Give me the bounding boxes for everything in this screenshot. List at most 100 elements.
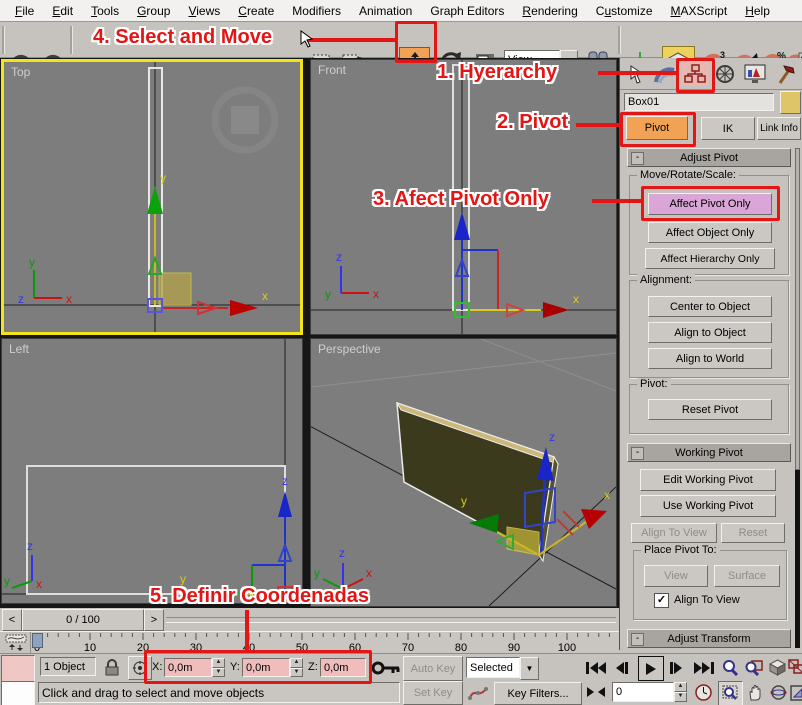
menu-graph-editors[interactable]: Graph Editors <box>421 2 513 20</box>
zoom-extents-button[interactable] <box>768 656 786 678</box>
adjust-pivot-rollout-header[interactable]: - Adjust Pivot <box>627 148 791 167</box>
open-mini-curve-editor-button[interactable] <box>3 633 29 653</box>
menu-maxscript[interactable]: MAXScript <box>662 2 737 20</box>
svg-text:y: y <box>325 287 331 301</box>
align-to-view-checkbox-label: Align To View <box>674 594 740 606</box>
adjust-transform-rollout-header[interactable]: - Adjust Transform <box>627 629 791 648</box>
place-view-button[interactable]: View <box>644 565 708 587</box>
frame-spinner[interactable]: ▲▼ <box>674 682 687 702</box>
time-slider-handle[interactable]: 0 / 100 <box>22 609 144 631</box>
edit-working-pivot-button[interactable]: Edit Working Pivot <box>640 469 776 491</box>
annotation-step2: 2. Pivot <box>497 111 568 134</box>
pan-button[interactable] <box>744 682 766 703</box>
key-step-toggle[interactable] <box>584 683 608 701</box>
maxscript-listener-pink[interactable] <box>1 655 35 682</box>
working-pivot-rollout-header[interactable]: - Working Pivot <box>627 443 791 462</box>
menu-group[interactable]: Group <box>128 2 179 20</box>
key-mode-dropdown[interactable]: Selected <box>466 657 520 678</box>
time-slider-track[interactable] <box>166 617 616 623</box>
place-surface-button[interactable]: Surface <box>714 565 780 587</box>
align-to-world-button[interactable]: Align to World <box>648 348 772 369</box>
key-icon <box>372 661 400 675</box>
svg-text:x: x <box>373 287 379 301</box>
time-slider-next-button[interactable]: > <box>144 609 164 631</box>
viewport-left-label: Left <box>9 342 29 356</box>
menu-edit[interactable]: Edit <box>43 2 82 20</box>
use-working-pivot-button[interactable]: Use Working Pivot <box>640 495 776 517</box>
region-zoom-button[interactable] <box>718 681 743 705</box>
current-frame-field[interactable]: 0 <box>612 682 674 702</box>
key-filters-button[interactable]: Key Filters... <box>494 682 582 705</box>
selection-lock-toggle[interactable] <box>102 657 122 677</box>
menu-create[interactable]: Create <box>229 2 283 20</box>
link-info-tab-button[interactable]: Link Info <box>757 117 801 140</box>
align-to-view-checkbox[interactable]: ✓ <box>654 593 669 608</box>
align-to-object-button[interactable]: Align to Object <box>648 322 772 343</box>
menu-views[interactable]: Views <box>179 2 229 20</box>
time-slider-frame-marker[interactable] <box>32 633 43 648</box>
previous-frame-button[interactable] <box>612 658 634 678</box>
maxscript-listener-white[interactable] <box>1 681 35 705</box>
play-button[interactable] <box>638 656 664 681</box>
annotation-step4-box <box>395 21 437 63</box>
key-mode-dropdown-arrow[interactable]: ▼ <box>520 657 539 680</box>
next-frame-icon <box>670 662 684 674</box>
default-in-out-tangents-button[interactable] <box>466 682 490 703</box>
svg-text:z: z <box>27 539 33 553</box>
affect-hierarchy-only-button[interactable]: Affect Hierarchy Only <box>645 248 775 269</box>
viewport-top-scene: y x yxz <box>4 62 300 332</box>
align-to-view-button[interactable]: Align To View <box>631 523 717 543</box>
selection-count: 1 Object <box>40 657 96 676</box>
collapse-icon: - <box>631 152 644 165</box>
go-to-end-button[interactable] <box>692 658 716 678</box>
svg-text:x: x <box>66 292 72 306</box>
time-configuration-button[interactable] <box>692 682 714 702</box>
tab-motion[interactable] <box>712 61 738 86</box>
mouse-cursor <box>300 30 314 48</box>
viewport-perspective-scene: z y x zyx <box>311 339 616 606</box>
menu-animation[interactable]: Animation <box>350 2 421 20</box>
affect-object-only-button[interactable]: Affect Object Only <box>648 222 772 243</box>
set-key-button[interactable]: Set Key <box>403 681 463 705</box>
viewport-area: y x yxz Top x <box>0 58 619 608</box>
reset-button[interactable]: Reset <box>721 523 785 543</box>
menu-modifiers[interactable]: Modifiers <box>283 2 350 20</box>
menu-tools[interactable]: Tools <box>82 2 128 20</box>
time-slider-prev-button[interactable]: < <box>2 609 22 631</box>
zoom-all-button[interactable] <box>744 656 764 678</box>
arc-rotate-button[interactable] <box>768 682 788 703</box>
auto-key-button[interactable]: Auto Key <box>403 656 463 681</box>
center-to-object-button[interactable]: Center to Object <box>648 296 772 317</box>
viewport-top-label: Top <box>11 65 30 79</box>
next-frame-button[interactable] <box>666 658 688 678</box>
maximize-viewport-toggle[interactable] <box>790 682 802 703</box>
previous-frame-icon <box>616 662 630 674</box>
reset-pivot-button[interactable]: Reset Pivot <box>648 399 772 420</box>
scrollbar-thumb[interactable] <box>795 148 800 470</box>
menu-customize[interactable]: Customize <box>587 2 662 20</box>
pan-hand-icon <box>747 684 764 701</box>
3dsmax-window: File Edit Tools Group Views Create Modif… <box>0 0 802 705</box>
annotation-step5: 5. Definir Coordenadas <box>150 585 369 608</box>
go-to-start-button[interactable] <box>584 658 608 678</box>
command-panel-scrollbar[interactable] <box>795 148 800 648</box>
object-color-swatch[interactable] <box>780 91 801 114</box>
zoom-button[interactable] <box>720 656 740 678</box>
zoom-extents-all-button[interactable] <box>788 656 802 678</box>
object-name-field[interactable]: Box01 <box>624 93 774 111</box>
tab-utilities[interactable] <box>772 61 798 86</box>
ik-tab-button[interactable]: IK <box>701 117 755 140</box>
svg-text:x: x <box>573 292 579 306</box>
viewport-left[interactable]: z y zyx Left <box>1 338 303 604</box>
menu-rendering[interactable]: Rendering <box>513 2 586 20</box>
svg-text:z: z <box>336 250 342 264</box>
viewport-perspective[interactable]: z y x zyx Perspective <box>310 338 617 607</box>
menu-file[interactable]: File <box>6 2 43 20</box>
viewport-top[interactable]: y x yxz Top <box>1 59 303 335</box>
tab-display[interactable] <box>742 61 768 86</box>
menu-help[interactable]: Help <box>736 2 779 20</box>
annotation-step2-box <box>620 112 696 147</box>
svg-text:z: z <box>339 546 345 560</box>
annotation-step3-box <box>641 186 780 221</box>
svg-text:z: z <box>18 292 24 306</box>
